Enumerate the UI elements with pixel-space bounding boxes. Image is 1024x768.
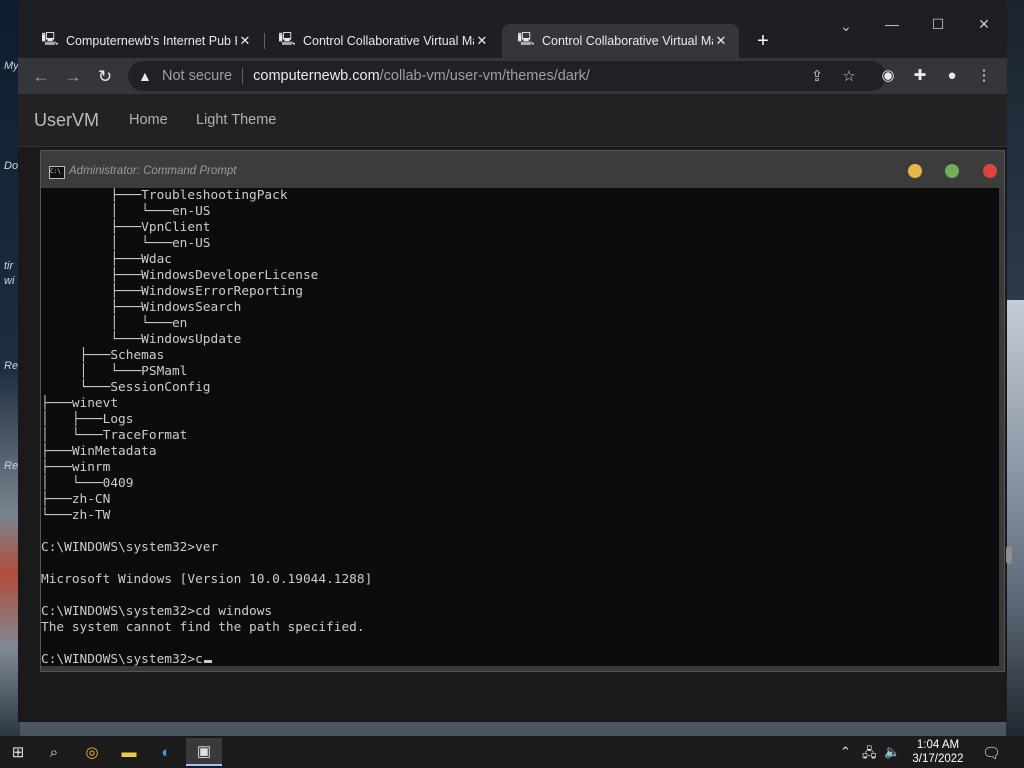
desktop-icon-label[interactable]: wi (4, 275, 14, 287)
url-host[interactable]: computernewb.com (253, 68, 380, 84)
command-prompt-icon: C:\ (49, 166, 65, 179)
tab-title: Control Collaborative Virtual Machine (542, 34, 713, 48)
back-icon[interactable]: ← (30, 66, 52, 88)
console-line: └───zh-TW (41, 508, 111, 523)
edge-icon[interactable]: ◐ (154, 740, 178, 764)
nav-home-link[interactable]: Home (129, 112, 168, 128)
computer-favicon-icon: 🖳 (517, 31, 535, 46)
maximize-dot-icon[interactable] (945, 164, 959, 178)
console-line: │ └───en (41, 316, 188, 331)
desktop-icon-label[interactable]: tir (4, 260, 13, 272)
console-line: ├───VpnClient (41, 220, 211, 235)
profile-icon[interactable]: ● (942, 66, 962, 86)
vm-window-title: Administrator: Command Prompt (69, 165, 237, 177)
forward-icon[interactable]: → (62, 66, 84, 88)
console-line: ├───WindowsSearch (41, 300, 242, 315)
tab-collab-vm-1[interactable]: 🖳 Control Collaborative Virtual Machine … (263, 24, 500, 58)
console-line: │ ├───Logs (41, 412, 134, 427)
console-line: C:\WINDOWS\system32>c (41, 652, 212, 666)
tab-pub-hub[interactable]: 🖳 Computernewb's Internet Pub Hub ✕ (26, 24, 263, 58)
console-line: C:\WINDOWS\system32>cd windows (41, 604, 273, 619)
taskbar-clock[interactable]: 1:04 AM 3/17/2022 (900, 738, 976, 766)
browser-toolbar: ← → ↻ ▲ Not secure computernewb.com/coll… (18, 58, 1007, 94)
incognito-icon[interactable]: ◉ (878, 66, 898, 86)
share-icon[interactable]: ⇪ (808, 67, 826, 85)
address-bar[interactable]: ▲ Not secure computernewb.com/collab-vm/… (128, 61, 886, 91)
browser-window: 🖳 Computernewb's Internet Pub Hub ✕ 🖳 Co… (18, 0, 1012, 722)
close-icon[interactable]: ✕ (237, 33, 253, 49)
vm-window-titlebar[interactable]: C:\ Administrator: Command Prompt (41, 151, 1004, 188)
site-navbar: UserVM Home Light Theme (18, 94, 1007, 147)
desktop-icon-label[interactable]: Re (4, 360, 18, 372)
console-line: ├───WindowsDeveloperLicense (41, 268, 319, 283)
bookmark-star-icon[interactable]: ☆ (840, 67, 858, 85)
console-line: ├───winevt (41, 396, 119, 411)
volume-icon[interactable]: 🔈 (884, 744, 900, 760)
clock-date: 3/17/2022 (912, 753, 964, 765)
console-line: ├───zh-CN (41, 492, 111, 507)
chrome-icon[interactable]: ◎ (80, 740, 104, 764)
console-line: ├───TroubleshootingPack (41, 188, 288, 203)
console-line: Microsoft Windows [Version 10.0.19044.12… (41, 572, 373, 587)
console-output[interactable]: ├───TroubleshootingPack │ └───en-US ├───… (41, 188, 999, 666)
search-icon[interactable]: ⌕ (42, 740, 66, 764)
taskbar: ⊞ ⌕ ◎ ▬ ◐ ▣ ⌃ 🖧 🔈 1:04 AM 3/17/2022 🗨 (0, 736, 1024, 768)
tab-strip: 🖳 Computernewb's Internet Pub Hub ✕ 🖳 Co… (18, 0, 1007, 58)
console-line: ├───WindowsErrorReporting (41, 284, 303, 299)
tab-search-icon[interactable]: ⌄ (823, 18, 869, 35)
new-tab-button[interactable]: + (751, 30, 775, 52)
desktop-icon-label[interactable]: My (4, 60, 19, 72)
computer-favicon-icon: 🖳 (278, 31, 296, 46)
text-cursor (203, 660, 212, 663)
file-explorer-icon[interactable]: ▬ (117, 740, 141, 764)
close-icon[interactable]: ✕ (474, 33, 490, 49)
start-icon[interactable]: ⊞ (6, 740, 30, 764)
reload-icon[interactable]: ↻ (94, 66, 116, 88)
web-page: UserVM Home Light Theme C:\ Administrato… (18, 94, 1012, 722)
minimize-icon[interactable]: — (869, 16, 915, 32)
nav-light-theme-link[interactable]: Light Theme (196, 112, 276, 128)
url-path[interactable]: /collab-vm/user-vm/themes/dark/ (380, 68, 590, 84)
window-close-icon[interactable]: ✕ (961, 16, 1007, 33)
console-line: │ └───TraceFormat (41, 428, 188, 443)
console-line: ├───winrm (41, 460, 111, 475)
extensions-icon[interactable]: ✚ (910, 66, 930, 86)
site-brand[interactable]: UserVM (34, 110, 99, 131)
tab-collab-vm-2[interactable]: 🖳 Control Collaborative Virtual Machine … (502, 24, 739, 58)
console-line: ├───WinMetadata (41, 444, 157, 459)
console-line: │ └───0409 (41, 476, 134, 491)
console-line: │ └───PSMaml (41, 364, 188, 379)
console-line: C:\WINDOWS\system32>ver (41, 540, 219, 555)
desktop-icon-label[interactable]: Do (4, 160, 18, 172)
menu-icon[interactable]: ⋮ (974, 66, 994, 86)
console-line: ├───Schemas (41, 348, 165, 363)
security-label[interactable]: Not secure (162, 68, 232, 84)
clock-time: 1:04 AM (916, 739, 960, 751)
notifications-icon[interactable]: 🗨 (982, 744, 1001, 762)
maximize-icon[interactable]: ☐ (915, 16, 961, 33)
address-divider (242, 68, 244, 84)
show-hidden-icons-icon[interactable]: ⌃ (840, 744, 851, 760)
minimize-dot-icon[interactable] (908, 164, 922, 178)
warning-icon[interactable]: ▲ (138, 68, 156, 84)
tab-title: Computernewb's Internet Pub Hub (66, 34, 237, 48)
console-line: └───WindowsUpdate (41, 332, 242, 347)
desktop-icon-label[interactable]: Re (4, 460, 18, 472)
console-scrollbar[interactable] (1006, 546, 1012, 564)
command-prompt-taskbar-icon[interactable]: ▣ (186, 738, 222, 766)
close-icon[interactable]: ✕ (713, 33, 729, 49)
network-icon[interactable]: 🖧 (862, 744, 877, 766)
close-dot-icon[interactable] (983, 164, 997, 178)
console-line: The system cannot find the path specifie… (41, 620, 365, 635)
console-line: │ └───en-US (41, 204, 211, 219)
tab-title: Control Collaborative Virtual Machine (303, 34, 474, 48)
desktop-right-strip (1006, 300, 1024, 736)
vm-display[interactable]: C:\ Administrator: Command Prompt ├───Tr… (40, 150, 1012, 672)
console-line: └───SessionConfig (41, 380, 211, 395)
console-line: │ └───en-US (41, 236, 211, 251)
console-line: ├───Wdac (41, 252, 172, 267)
computer-favicon-icon: 🖳 (41, 31, 59, 46)
